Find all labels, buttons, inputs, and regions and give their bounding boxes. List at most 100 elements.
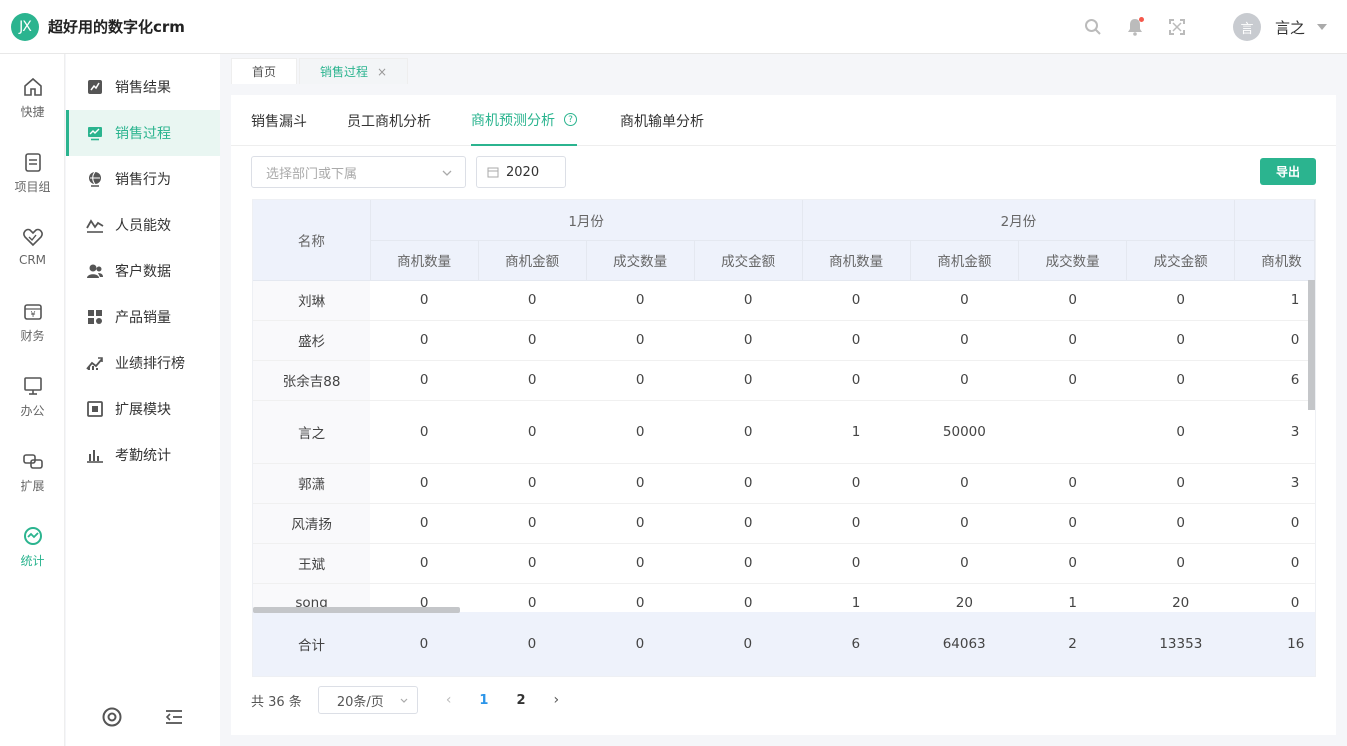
globe-icon (89, 171, 101, 187)
export-button[interactable]: 导出 (1260, 158, 1316, 185)
sidebar-item-customer-data[interactable]: 客户数据 (66, 248, 220, 294)
table-cell: 0 (586, 463, 695, 504)
rail-item-project[interactable]: 项目组 (0, 151, 65, 211)
tab-staff-opportunity[interactable]: 员工商机分析 (347, 95, 431, 146)
table-cell: 0 (478, 320, 587, 361)
summary-cell: 64063 (909, 612, 1019, 676)
sidebar-item-label: 销售结果 (115, 80, 171, 96)
table-cell: 0 (586, 400, 695, 464)
help-icon[interactable]: ? (564, 113, 577, 126)
tab-label: 首页 (252, 65, 277, 79)
rail-item-finance[interactable]: ¥ 财务 (0, 300, 65, 360)
document-icon (24, 153, 41, 172)
sidebar-item-sales-process[interactable]: 销售过程 (66, 110, 220, 156)
row-name-cell: 张余吉88 (253, 360, 371, 401)
tab-label: 员工商机分析 (347, 113, 431, 130)
table-cell: 0 (586, 360, 695, 401)
tab-label: 商机预测分析 (471, 112, 555, 129)
next-page-button[interactable]: › (554, 692, 560, 708)
monitor-icon (23, 377, 42, 395)
summary-cell: 13353 (1126, 612, 1236, 676)
yen-icon: ¥ (23, 304, 42, 320)
table-cell: 0 (478, 400, 587, 464)
tab-label: 销售漏斗 (251, 113, 307, 130)
rail-item-quick[interactable]: 快捷 (0, 76, 65, 136)
sidebar-item-sales-behavior[interactable]: 销售行为 (66, 156, 220, 202)
tab-sales-funnel[interactable]: 销售漏斗 (251, 95, 307, 146)
table-cell: 0 (1234, 320, 1315, 361)
horizontal-scrollbar[interactable] (253, 607, 460, 613)
table-cell: 0 (1126, 280, 1235, 321)
main-panel: 销售漏斗 员工商机分析 商机预测分析 ? 商机输单分析 选择部门或下属 2020… (231, 95, 1336, 735)
year-picker[interactable]: 2020 (476, 156, 566, 188)
rail-item-stats[interactable]: 统计 (0, 525, 65, 585)
chevron-down-icon (442, 170, 452, 176)
sidebar-item-label: 业绩排行榜 (115, 356, 185, 372)
table-cell: 0 (1126, 360, 1235, 401)
tab-opportunity-forecast[interactable]: 商机预测分析 ? (471, 95, 577, 146)
app-title: 超好用的数字化crm (48, 18, 185, 36)
settings-icon[interactable] (101, 706, 123, 728)
close-icon[interactable]: × (377, 65, 387, 79)
summary-cell: 0 (369, 612, 478, 676)
table-cell: 0 (1234, 543, 1315, 584)
table-cell: 1 (802, 400, 911, 464)
rail-label: 项目组 (14, 180, 51, 194)
rail-item-extend[interactable]: 扩展 (0, 450, 65, 510)
column-header: 商机数量 (802, 240, 911, 281)
table-cell: 0 (478, 280, 587, 321)
vertical-scrollbar[interactable] (1308, 280, 1315, 410)
fullscreen-icon[interactable] (1167, 17, 1187, 37)
table-cell: 0 (694, 360, 803, 401)
table-cell: 0 (1126, 503, 1235, 544)
sidebar-item-sales-result[interactable]: 销售结果 (66, 64, 220, 110)
table-cell: 0 (478, 360, 587, 401)
tab-home[interactable]: 首页 (231, 58, 298, 84)
year-value: 2020 (506, 164, 540, 180)
module-icon (87, 401, 103, 417)
column-header: 商机数 (1234, 240, 1315, 281)
table-cell: 0 (1018, 463, 1127, 504)
table-cell: 0 (802, 280, 911, 321)
table-cell: 0 (694, 463, 803, 504)
page-number-1[interactable]: 1 (479, 693, 488, 708)
summary-cell: 0 (585, 612, 694, 676)
table-cell: 0 (694, 543, 803, 584)
ranking-icon (86, 357, 103, 370)
page-size-select[interactable]: 20条/页 (317, 686, 418, 714)
table-cell: 0 (694, 280, 803, 321)
sidebar-item-extension[interactable]: 扩展模块 (66, 386, 220, 432)
tab-opportunity-loss[interactable]: 商机输单分析 (620, 95, 704, 146)
bell-icon[interactable] (1125, 17, 1145, 37)
collapse-menu-icon[interactable] (163, 706, 185, 728)
prev-page-button[interactable]: ‹ (446, 692, 452, 708)
table-cell: 0 (694, 400, 803, 464)
avatar[interactable]: 言 (1232, 13, 1261, 41)
table-cell: 0 (370, 280, 479, 321)
row-name-cell: 郭潇 (253, 463, 371, 504)
table-cell: 3 (1234, 400, 1315, 464)
column-header: 商机数量 (370, 240, 479, 281)
department-select[interactable]: 选择部门或下属 (251, 156, 466, 188)
rail-item-crm[interactable]: CRM (0, 226, 65, 286)
column-header-name: 名称 (253, 200, 371, 281)
table-row: 王斌 0 0 0 0 0 0 0 0 0 (253, 543, 1315, 584)
username[interactable]: 言之 (1275, 17, 1305, 38)
chevron-down-icon[interactable] (1317, 24, 1327, 30)
table-cell: 0 (586, 503, 695, 544)
sidebar-item-staff-efficiency[interactable]: 人员能效 (66, 202, 220, 248)
search-icon[interactable] (1083, 17, 1103, 37)
sidebar-item-ranking[interactable]: 业绩排行榜 (66, 340, 220, 386)
sidebar-item-product-sales[interactable]: 产品销量 (66, 294, 220, 340)
table-body: 刘琳 0 0 0 0 0 0 0 0 1 盛杉 0 0 0 0 0 0 0 0 0 张余吉88 0 0 0 0 0 0 0 0 6 言之 0 0… (253, 280, 1315, 624)
tab-sales-process[interactable]: 销售过程 × (299, 58, 409, 84)
sidebar-item-attendance[interactable]: 考勤统计 (66, 432, 220, 478)
rail-item-office[interactable]: 办公 (0, 375, 65, 435)
page-number-2[interactable]: 2 (516, 693, 525, 708)
header-actions: 言 言之 (1061, 0, 1327, 54)
table-cell: 0 (694, 503, 803, 544)
table-cell: 0 (910, 280, 1019, 321)
summary-row: 合计 0 0 0 0 6 64063 2 13353 16 (253, 612, 1315, 676)
column-group-month-1: 1月份 (370, 200, 803, 241)
table-cell: 0 (910, 360, 1019, 401)
